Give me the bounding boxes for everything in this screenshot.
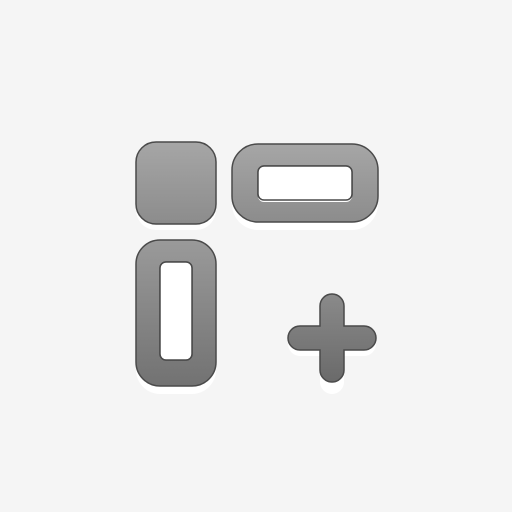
widget-square-icon [135,141,217,230]
add-widget-icon[interactable] [0,0,512,512]
widget-vertical-pill-icon [135,239,217,394]
app-icon-canvas [0,0,512,512]
plus-icon [287,293,377,394]
widget-horizontal-pill-icon [231,143,379,230]
